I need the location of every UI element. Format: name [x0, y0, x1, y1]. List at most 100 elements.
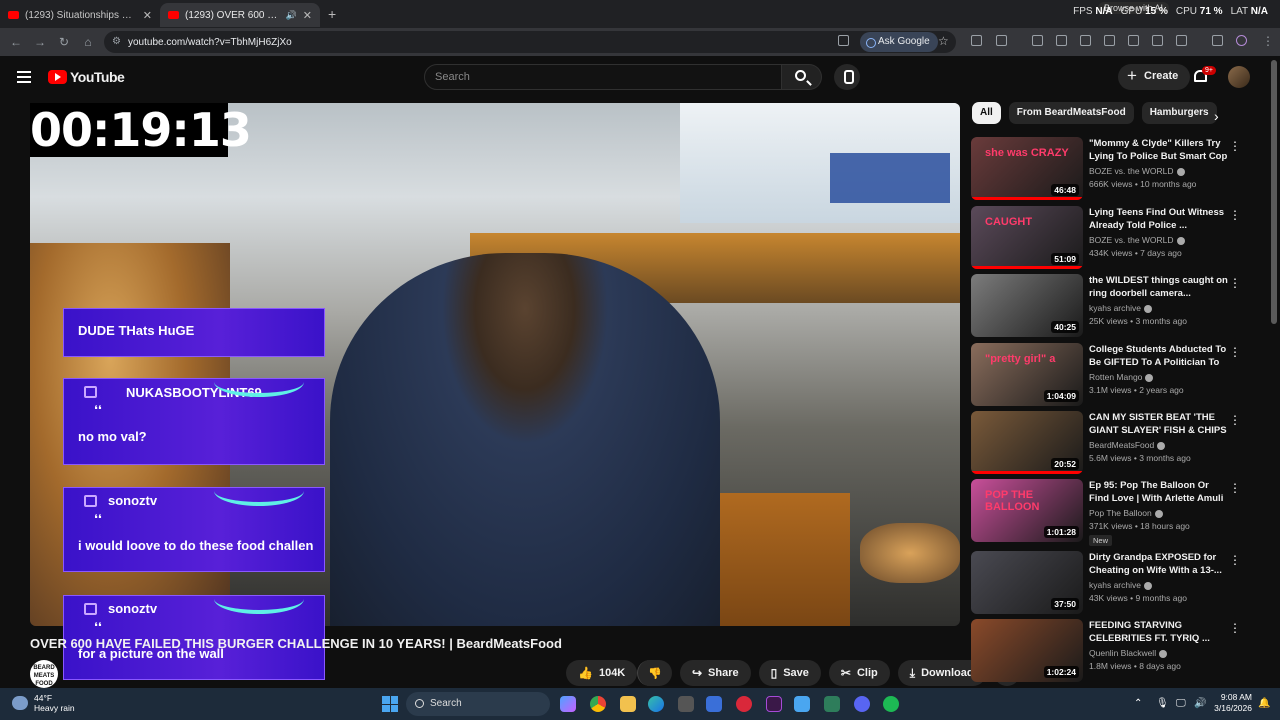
- recommendation-channel[interactable]: Pop The Balloon: [1089, 508, 1163, 518]
- app-green-icon[interactable]: [824, 696, 840, 712]
- recommendation-item[interactable]: POP THE BALLOON 1:01:28 Ep 95: Pop The Bal…: [971, 479, 1261, 546]
- app-red-icon[interactable]: [736, 696, 752, 712]
- browser-tab-2[interactable]: (1293) OVER 600 HAVE FAILED 🔊 ✕: [160, 3, 320, 27]
- browser-menu-icon[interactable]: ⋮: [1256, 34, 1280, 48]
- recommendation-title[interactable]: FEEDING STARVING CELEBRITIES FT. TYRIQ .…: [1089, 619, 1229, 645]
- reload-icon[interactable]: ↻: [52, 35, 76, 49]
- recommendation-item[interactable]: she was CRAZY 46:48 "Mommy & Clyde" Killer…: [971, 137, 1261, 201]
- home-icon[interactable]: ⌂: [76, 35, 100, 49]
- file-explorer-icon[interactable]: [620, 696, 636, 712]
- recommendation-channel[interactable]: Quenlin Blackwell: [1089, 648, 1168, 658]
- taskbar-search[interactable]: Search: [406, 692, 550, 716]
- notification-center-icon[interactable]: 🔔: [1258, 698, 1270, 709]
- chip-all[interactable]: All: [972, 102, 1001, 124]
- translate-icon[interactable]: [1104, 35, 1115, 46]
- chip-hamburgers[interactable]: Hamburgers: [1141, 102, 1217, 124]
- site-info-icon[interactable]: ⚙: [112, 36, 121, 47]
- bookmark-star-icon[interactable]: ☆: [938, 34, 949, 48]
- extensions-icon[interactable]: [996, 35, 1007, 46]
- copilot-icon[interactable]: [560, 696, 576, 712]
- recommendation-channel[interactable]: BOZE vs. the WORLD: [1089, 235, 1185, 245]
- recommendation-channel[interactable]: kyahs archive: [1089, 580, 1152, 590]
- reading-list-icon[interactable]: [971, 35, 982, 46]
- screenshot-icon[interactable]: [1152, 35, 1163, 46]
- address-bar[interactable]: ⚙ youtube.com/watch?v=TbhMjH6ZjXo: [104, 31, 956, 53]
- edge-icon[interactable]: [648, 696, 664, 712]
- video-thumbnail[interactable]: "pretty girl" a 1:04:09: [971, 343, 1083, 406]
- recommendation-title[interactable]: CAN MY SISTER BEAT 'THE GIANT SLAYER' FI…: [1089, 411, 1229, 437]
- tray-overflow-icon[interactable]: ⌃: [1134, 698, 1142, 709]
- star-extension-icon[interactable]: [1056, 35, 1067, 46]
- dislike-button[interactable]: 👎: [637, 660, 672, 686]
- search-button[interactable]: [782, 64, 822, 90]
- video-thumbnail[interactable]: 37:50: [971, 551, 1083, 614]
- video-thumbnail[interactable]: 20:52: [971, 411, 1083, 474]
- recommendation-title[interactable]: the WILDEST things caught on ring doorbe…: [1089, 274, 1229, 300]
- install-app-icon[interactable]: [838, 35, 849, 46]
- more-vert-icon[interactable]: ⋮: [1229, 139, 1241, 153]
- forward-icon[interactable]: →: [28, 35, 52, 49]
- page-scrollbar[interactable]: [1271, 60, 1277, 324]
- video-thumbnail[interactable]: CAUGHT 51:09: [971, 206, 1083, 269]
- search-input[interactable]: Search: [424, 64, 782, 90]
- new-tab-button[interactable]: +: [328, 6, 336, 22]
- account-avatar[interactable]: [1228, 66, 1250, 88]
- recommendation-title[interactable]: Ep 95: Pop The Balloon Or Find Love | Wi…: [1089, 479, 1229, 505]
- browser-tab-1[interactable]: (1293) Situationships Play Truth ✕: [0, 3, 160, 27]
- microphone-icon[interactable]: 🎙: [1156, 698, 1169, 709]
- ask-google-button[interactable]: Ask Google: [860, 32, 938, 52]
- video-thumbnail[interactable]: POP THE BALLOON 1:01:28: [971, 479, 1083, 542]
- chip-from-channel[interactable]: From BeardMeatsFood: [1008, 102, 1134, 124]
- spotify-icon[interactable]: [883, 696, 899, 712]
- save-button[interactable]: ▯ Save: [758, 660, 821, 686]
- trash-icon[interactable]: [1080, 35, 1091, 46]
- youtube-logo[interactable]: YouTube: [48, 69, 125, 85]
- create-button[interactable]: Create: [1118, 64, 1191, 90]
- video-thumbnail[interactable]: she was CRAZY 46:48: [971, 137, 1083, 200]
- more-vert-icon[interactable]: ⋮: [1229, 208, 1241, 222]
- back-icon[interactable]: ←: [4, 35, 28, 49]
- share-button[interactable]: ↪ Share: [679, 660, 751, 686]
- like-button[interactable]: 👍 104K: [566, 660, 638, 686]
- video-thumbnail[interactable]: 40:25: [971, 274, 1083, 337]
- code-icon[interactable]: [1128, 35, 1139, 46]
- close-tab-icon[interactable]: ✕: [303, 9, 312, 22]
- audio-playing-icon[interactable]: 🔊: [286, 10, 297, 21]
- media-controls-icon[interactable]: [1212, 35, 1223, 46]
- more-vert-icon[interactable]: ⋮: [1229, 413, 1241, 427]
- channel-avatar[interactable]: BEARD MEATS FOOD: [30, 660, 58, 688]
- recommendation-item[interactable]: CAUGHT 51:09 Lying Teens Find Out Witness …: [971, 206, 1261, 270]
- recommendation-channel[interactable]: Rotten Mango: [1089, 372, 1154, 382]
- recommendation-item[interactable]: 1:02:24 FEEDING STARVING CELEBRITIES FT. …: [971, 619, 1261, 683]
- more-vert-icon[interactable]: ⋮: [1229, 553, 1241, 567]
- recommendation-channel[interactable]: BOZE vs. the WORLD: [1089, 166, 1185, 176]
- more-vert-icon[interactable]: ⋮: [1229, 276, 1241, 290]
- recommendation-channel[interactable]: BeardMeatsFood: [1089, 440, 1166, 450]
- discord-icon[interactable]: [854, 696, 870, 712]
- recommendation-item[interactable]: 40:25 the WILDEST things caught on ring d…: [971, 274, 1261, 338]
- tab-search-icon[interactable]: [1032, 35, 1043, 46]
- more-vert-icon[interactable]: ⋮: [1229, 345, 1241, 359]
- video-thumbnail[interactable]: 1:02:24: [971, 619, 1083, 682]
- app-purple-icon[interactable]: [766, 696, 782, 712]
- recommendation-item[interactable]: 37:50 Dirty Grandpa EXPOSED for Cheating …: [971, 551, 1261, 615]
- recommendation-title[interactable]: College Students Abducted To Be GIFTED T…: [1089, 343, 1229, 369]
- voice-search-button[interactable]: [834, 64, 860, 90]
- weather-widget[interactable]: 44°F Heavy rain: [12, 693, 75, 713]
- profile-icon[interactable]: [1236, 35, 1247, 46]
- more-vert-icon[interactable]: ⋮: [1229, 481, 1241, 495]
- cast-icon[interactable]: [1176, 35, 1187, 46]
- recommendation-title[interactable]: "Mommy & Clyde" Killers Try Lying To Pol…: [1089, 137, 1229, 163]
- recommendation-item[interactable]: "pretty girl" a 1:04:09 College Students A…: [971, 343, 1261, 407]
- chrome-icon[interactable]: [590, 696, 606, 712]
- close-tab-icon[interactable]: ✕: [143, 9, 152, 22]
- recommendation-item[interactable]: 20:52 CAN MY SISTER BEAT 'THE GIANT SLAYE…: [971, 411, 1261, 475]
- volume-icon[interactable]: 🔊: [1194, 698, 1206, 709]
- taskbar-clock[interactable]: 9:08 AM 3/16/2026: [1214, 692, 1252, 714]
- recommendation-title[interactable]: Dirty Grandpa EXPOSED for Cheating on Wi…: [1089, 551, 1229, 577]
- recommendation-title[interactable]: Lying Teens Find Out Witness Already Tol…: [1089, 206, 1229, 232]
- clip-button[interactable]: ✂ Clip: [828, 660, 890, 686]
- photos-icon[interactable]: [794, 696, 810, 712]
- menu-icon[interactable]: [17, 71, 31, 83]
- more-vert-icon[interactable]: ⋮: [1229, 621, 1241, 635]
